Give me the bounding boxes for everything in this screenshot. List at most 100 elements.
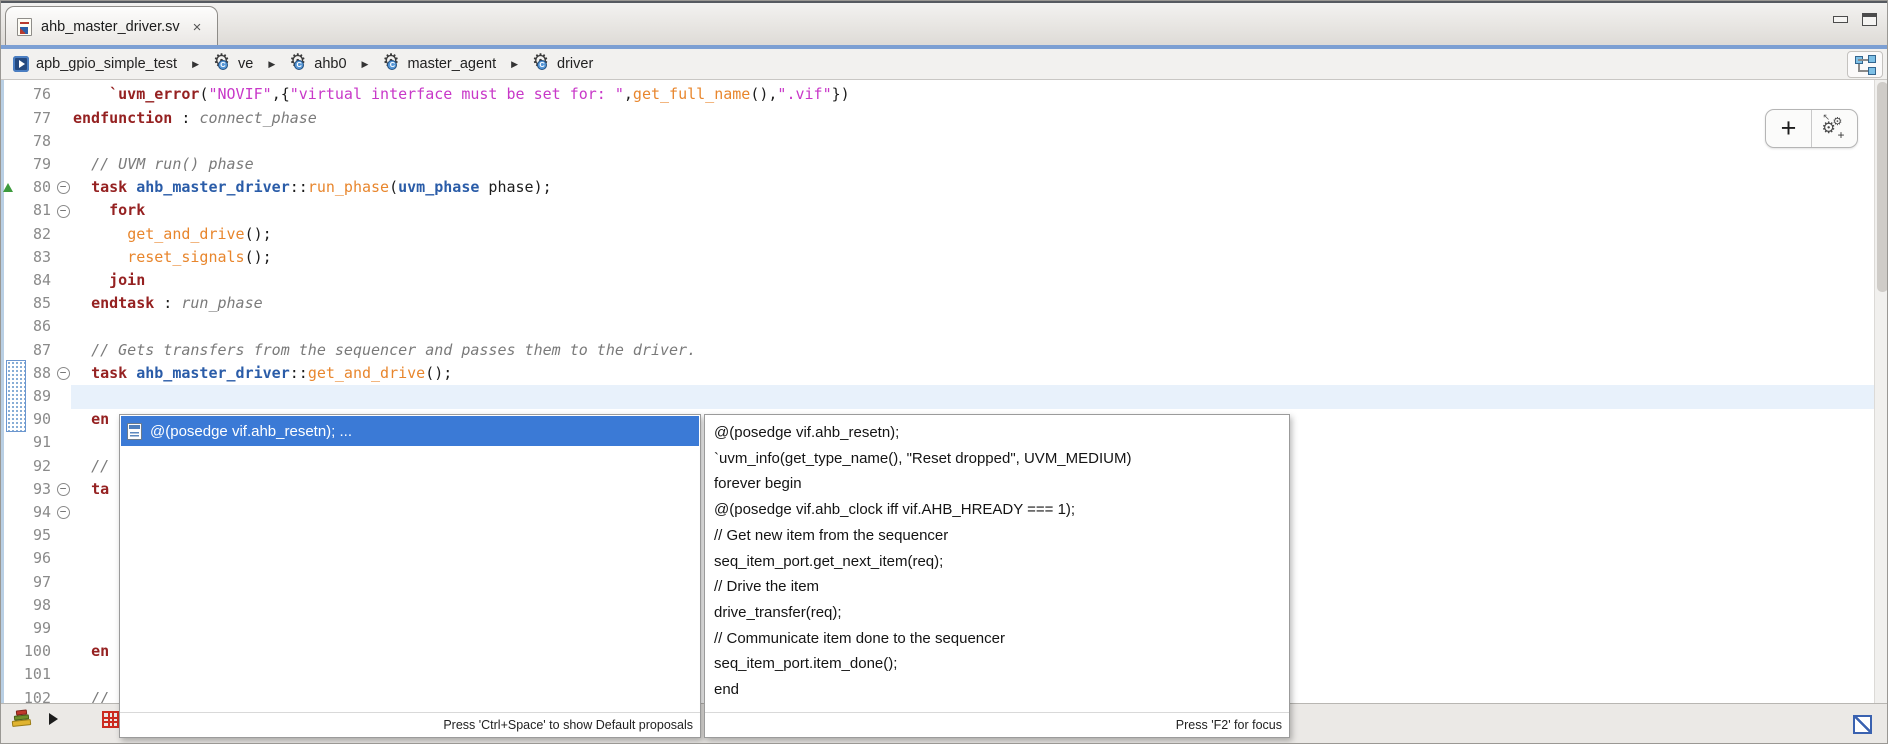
line-number[interactable]: 85 <box>1 292 51 315</box>
scrollbar-thumb[interactable] <box>1877 82 1888 292</box>
preview-code-line: @(posedge vif.ahb_clock iff vif.AHB_HREA… <box>714 497 1281 523</box>
fold-collapse-icon[interactable]: − <box>57 506 70 519</box>
preview-code-line: seq_item_port.item_done(); <box>714 651 1281 677</box>
fold-collapse-icon[interactable]: − <box>57 181 70 194</box>
line-number[interactable]: 83 <box>1 246 51 269</box>
preview-code-line: drive_transfer(req); <box>714 600 1281 626</box>
line-number[interactable]: 100 <box>1 640 51 663</box>
line-number[interactable]: 98 <box>1 594 51 617</box>
maximize-view-icon[interactable] <box>1862 13 1877 26</box>
code-text[interactable] <box>71 315 1874 339</box>
code-line-83[interactable]: 83 reset_signals(); <box>1 245 1874 269</box>
code-line-88[interactable]: 88− task ahb_master_driver::get_and_driv… <box>1 361 1874 385</box>
fold-collapse-icon[interactable]: − <box>57 483 70 496</box>
fold-collapse-icon[interactable]: − <box>57 367 70 380</box>
line-number[interactable]: 95 <box>1 524 51 547</box>
line-number[interactable]: 90 <box>1 408 51 431</box>
gears-icon: ⚙ ⚙ + ↖ <box>1823 117 1847 141</box>
code-text[interactable]: endfunction : connect_phase <box>71 106 1874 130</box>
code-line-78[interactable]: 78 <box>1 129 1874 153</box>
code-text[interactable]: task ahb_master_driver::get_and_drive(); <box>71 361 1874 385</box>
line-number[interactable]: 93 <box>1 478 51 501</box>
content-assist-popup[interactable]: @(posedge vif.ahb_resetn); ... Press 'Ct… <box>119 414 701 738</box>
breadcrumb-separator-icon: ▶ <box>511 59 518 70</box>
tab-close-icon[interactable]: × <box>193 19 202 36</box>
preview-code-line: // Drive the item <box>714 574 1281 600</box>
line-number[interactable]: 82 <box>1 223 51 246</box>
breadcrumb-separator-icon: ▶ <box>268 59 275 70</box>
line-number[interactable]: 81 <box>1 199 51 222</box>
tab-ahb-master-driver[interactable]: ahb_master_driver.sv × <box>5 6 218 47</box>
line-number[interactable]: 89 <box>1 385 51 408</box>
code-line-86[interactable]: 86 <box>1 315 1874 339</box>
line-number[interactable]: 101 <box>1 663 51 686</box>
vertical-scrollbar[interactable] <box>1874 80 1888 703</box>
class-gear-icon: ⚙C <box>290 56 307 73</box>
preview-code-line: `uvm_info(get_type_name(), "Reset droppe… <box>714 446 1281 472</box>
breadcrumb-item-label: ve <box>238 56 253 72</box>
code-text[interactable]: // UVM run() phase <box>71 153 1874 177</box>
code-text[interactable]: get_and_drive(); <box>71 222 1874 246</box>
breadcrumb-item-master_agent[interactable]: ⚙Cmaster_agent <box>383 56 496 73</box>
line-number[interactable]: 86 <box>1 315 51 338</box>
code-line-84[interactable]: 84 join <box>1 269 1874 293</box>
line-number[interactable]: 77 <box>1 107 51 130</box>
add-button[interactable]: + <box>1766 110 1812 147</box>
line-number[interactable]: 92 <box>1 455 51 478</box>
restore-editor-icon[interactable] <box>1853 715 1872 734</box>
line-number[interactable]: 80 <box>1 176 51 199</box>
arrow-right-icon[interactable] <box>49 713 58 725</box>
breadcrumb-root[interactable]: apb_gpio_simple_test <box>13 56 177 72</box>
line-number[interactable]: 79 <box>1 153 51 176</box>
code-text[interactable]: fork <box>71 199 1874 223</box>
code-line-81[interactable]: 81− fork <box>1 199 1874 223</box>
code-line-82[interactable]: 82 get_and_drive(); <box>1 222 1874 246</box>
line-number[interactable]: 97 <box>1 571 51 594</box>
fold-column: − <box>55 205 71 218</box>
proposal-preview-popup[interactable]: @(posedge vif.ahb_resetn);`uvm_info(get_… <box>704 414 1290 738</box>
line-number[interactable]: 91 <box>1 431 51 454</box>
code-text[interactable]: // Gets transfers from the sequencer and… <box>71 338 1874 362</box>
settings-gears-button[interactable]: ⚙ ⚙ + ↖ <box>1812 110 1857 147</box>
code-line-89[interactable]: 89 <box>1 385 1874 409</box>
red-grid-icon[interactable] <box>102 711 119 728</box>
line-number[interactable]: 87 <box>1 339 51 362</box>
line-number[interactable]: 84 <box>1 269 51 292</box>
code-text[interactable]: join <box>71 269 1874 293</box>
code-text[interactable]: endtask : run_phase <box>71 292 1874 316</box>
library-books-icon[interactable] <box>11 710 33 728</box>
minimize-view-icon[interactable] <box>1833 16 1848 23</box>
proposal-item-selected[interactable]: @(posedge vif.ahb_resetn); ... <box>121 416 699 446</box>
preview-hint: Press 'F2' for focus <box>705 712 1289 737</box>
code-text[interactable]: task ahb_master_driver::run_phase(uvm_ph… <box>71 176 1874 200</box>
fold-collapse-icon[interactable]: − <box>57 205 70 218</box>
class-gear-icon: ⚙C <box>383 56 400 73</box>
code-text[interactable] <box>71 129 1874 153</box>
breadcrumb-item-ahb0[interactable]: ⚙Cahb0 <box>290 56 346 73</box>
code-line-76[interactable]: 76 `uvm_error("NOVIF",{"virtual interfac… <box>1 83 1874 107</box>
line-number[interactable]: 78 <box>1 130 51 153</box>
code-line-80[interactable]: 80− task ahb_master_driver::run_phase(uv… <box>1 176 1874 200</box>
preview-code-line: // Communicate item done to the sequence… <box>714 626 1281 652</box>
line-number[interactable]: 96 <box>1 547 51 570</box>
breadcrumb-item-driver[interactable]: ⚙Cdriver <box>533 56 593 73</box>
breadcrumb-separator-icon: ▶ <box>192 59 199 70</box>
fold-column: − <box>55 483 71 496</box>
code-text[interactable]: reset_signals(); <box>71 245 1874 269</box>
code-line-87[interactable]: 87 // Gets transfers from the sequencer … <box>1 338 1874 362</box>
code-line-77[interactable]: 77 endfunction : connect_phase <box>1 106 1874 130</box>
line-number[interactable]: 94 <box>1 501 51 524</box>
code-line-79[interactable]: 79 // UVM run() phase <box>1 153 1874 177</box>
code-text[interactable]: `uvm_error("NOVIF",{"virtual interface m… <box>71 83 1874 107</box>
show-hierarchy-icon[interactable] <box>1847 51 1883 78</box>
line-number[interactable]: 99 <box>1 617 51 640</box>
ide-window: ahb_master_driver.sv × apb_gpio_simple_t… <box>0 0 1888 744</box>
breadcrumb-item-ve[interactable]: ⚙Cve <box>214 56 253 73</box>
line-number[interactable]: 88 <box>1 362 51 385</box>
preview-code-line: @(posedge vif.ahb_resetn); <box>714 420 1281 446</box>
line-number[interactable]: 76 <box>1 83 51 106</box>
breadcrumb-item-label: driver <box>557 56 593 72</box>
line-number[interactable]: 102 <box>1 687 51 703</box>
code-line-85[interactable]: 85 endtask : run_phase <box>1 292 1874 316</box>
code-text[interactable] <box>71 385 1874 409</box>
